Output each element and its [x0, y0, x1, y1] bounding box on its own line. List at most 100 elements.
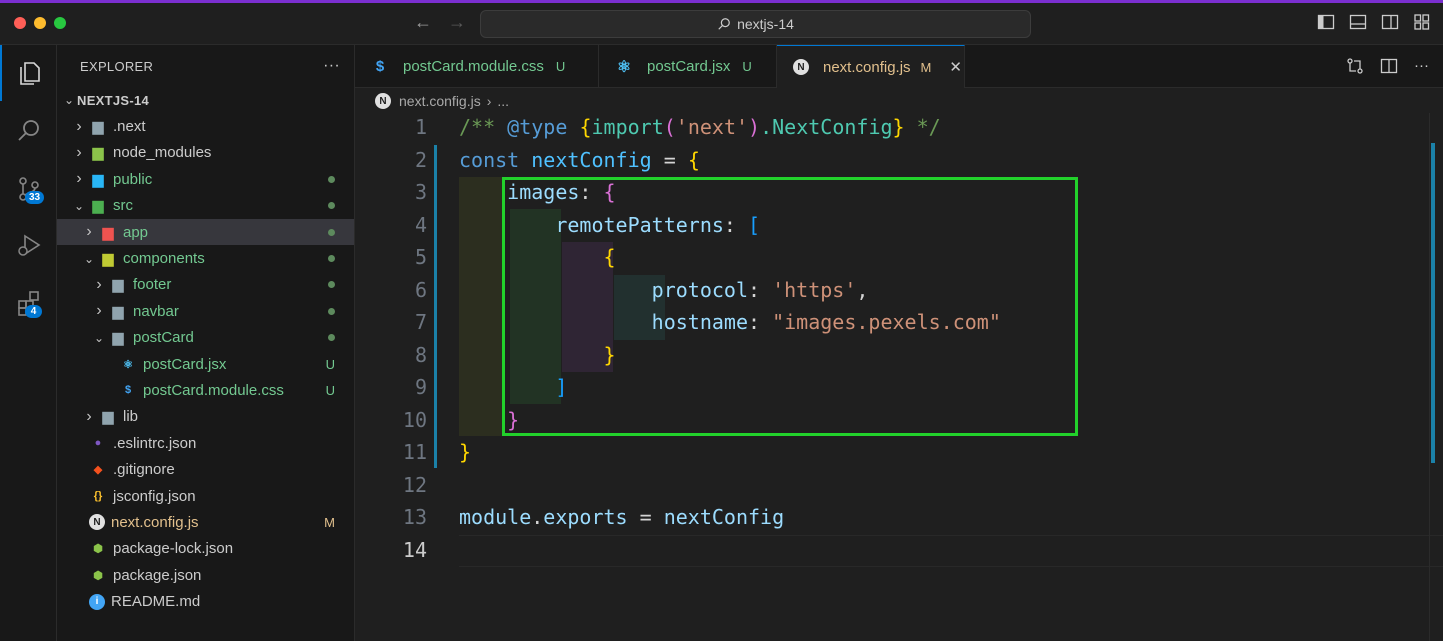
code-line[interactable]: ]	[459, 375, 567, 399]
code-line[interactable]: {	[459, 245, 616, 269]
code-token: images	[507, 180, 580, 204]
code-token: }	[459, 440, 472, 464]
code-line[interactable]: const nextConfig = {	[459, 148, 700, 172]
node-folder-icon: ▆	[92, 144, 104, 161]
line-number: 10	[402, 407, 427, 432]
tree-file[interactable]: ◆ .gitignore	[57, 456, 354, 482]
code-line[interactable]: }	[459, 343, 616, 367]
code-line[interactable]: remotePatterns: [	[459, 213, 760, 237]
minimize-window-button[interactable]	[34, 17, 46, 29]
more-actions-icon[interactable]: ···	[1414, 57, 1429, 80]
workspace-root[interactable]: ⌄ NEXTJS-14	[57, 87, 354, 113]
code-token: .NextConfig	[760, 115, 893, 139]
tree-folder[interactable]: › ▆ app	[57, 218, 354, 246]
breadcrumb-separator: ›	[486, 93, 492, 109]
tree-file[interactable]: i README.md	[57, 588, 354, 614]
code-token: import	[591, 115, 664, 139]
tree-file[interactable]: ⬢ package-lock.json	[57, 536, 354, 562]
maximize-window-button[interactable]	[54, 17, 66, 29]
code-token: :	[723, 212, 748, 237]
tree-file[interactable]: ● .eslintrc.json	[57, 430, 354, 456]
tree-folder[interactable]: › ▆ node_modules	[57, 140, 354, 166]
line-number: 8	[414, 342, 427, 367]
run-debug-icon	[17, 234, 40, 256]
code-editor[interactable]: 1 2 3 4 5 6 7 8 9 10 11 12 13 14 /** @type {import('n…	[355, 113, 1443, 641]
vertical-scrollbar[interactable]	[1429, 113, 1443, 641]
close-icon[interactable]: ✕	[949, 58, 962, 76]
activity-explorer[interactable]	[0, 45, 57, 101]
toggle-panel-icon[interactable]	[1349, 13, 1367, 31]
code-token: 'next'	[675, 115, 749, 139]
back-arrow-icon[interactable]: ←	[414, 12, 432, 33]
chevron-right-icon: ›	[96, 275, 102, 293]
file-tree: › ▆ .next › ▆ node_modules › ▆ public ⌄ ▆ src › ▆ app ⌄…	[57, 113, 354, 614]
more-actions-icon[interactable]: ···	[323, 57, 340, 75]
tree-file[interactable]: ⚛ postCard.jsx U	[57, 351, 354, 377]
activity-bar: 33 4	[0, 45, 57, 641]
tree-folder[interactable]: ⌄ ▆ postCard	[57, 325, 354, 351]
git-status-dot	[328, 175, 335, 183]
customize-layout-icon[interactable]	[1413, 13, 1431, 31]
tree-folder[interactable]: ⌄ ▆ components	[57, 245, 354, 271]
code-token: nextConfig	[531, 147, 652, 172]
tree-folder[interactable]: › ▆ navbar	[57, 298, 354, 324]
code-line[interactable]: }	[459, 440, 471, 464]
modified-lines-marker	[434, 145, 437, 468]
folder-icon: ▆	[102, 408, 114, 425]
code-line[interactable]: /** @type {import('next').NextConfig} */	[459, 115, 941, 139]
git-status-dot	[328, 202, 335, 210]
info-icon: i	[89, 593, 105, 610]
eslint-icon: ●	[94, 437, 102, 450]
compare-changes-icon[interactable]	[1346, 57, 1364, 80]
tree-file[interactable]: ⬢ package.json	[57, 562, 354, 588]
activity-source-control[interactable]: 33	[0, 161, 57, 217]
tree-folder[interactable]: › ▆ .next	[57, 113, 354, 139]
tree-file[interactable]: $ postCard.module.css U	[57, 377, 354, 403]
activity-extensions[interactable]: 4	[0, 275, 57, 331]
split-editor-icon[interactable]	[1380, 57, 1398, 80]
tree-item-label: jsconfig.json	[113, 487, 196, 505]
components-folder-icon: ▆	[102, 250, 114, 267]
tree-folder[interactable]: › ▆ lib	[57, 404, 354, 430]
activity-search[interactable]	[0, 103, 57, 159]
code-line[interactable]: hostname: "images.pexels.com"	[459, 310, 1001, 334]
line-number: 3	[414, 180, 427, 204]
line-number: 6	[414, 277, 427, 302]
breadcrumb-symbol[interactable]: ...	[497, 93, 509, 109]
tree-file[interactable]: {} jsconfig.json	[57, 483, 354, 509]
code-line[interactable]: protocol: 'https',	[459, 278, 869, 302]
tab-postcard-jsx[interactable]: ⚛ postCard.jsx U	[599, 45, 777, 88]
tree-item-label: postCard.jsx	[143, 355, 227, 373]
code-line[interactable]: images: {	[459, 180, 615, 204]
tree-folder[interactable]: ⌄ ▆ src	[57, 193, 354, 219]
src-folder-icon: ▆	[92, 197, 104, 214]
forward-arrow-icon[interactable]: →	[448, 12, 466, 33]
tree-file[interactable]: Nnext.config.js M	[57, 509, 354, 535]
git-status-dot	[328, 228, 335, 236]
activity-run-debug[interactable]	[0, 217, 57, 273]
tree-item-label: README.md	[111, 593, 201, 611]
tab-label: postCard.module.css	[403, 58, 544, 75]
search-icon	[17, 120, 39, 141]
code-line[interactable]: module.exports = nextConfig	[459, 505, 784, 529]
source-control-badge: 33	[25, 191, 45, 204]
code-line[interactable]: }	[459, 408, 519, 432]
toggle-secondary-sidebar-icon[interactable]	[1381, 13, 1399, 31]
git-status-dot	[328, 307, 335, 315]
chevron-down-icon: ⌄	[63, 93, 75, 108]
code-token: module	[459, 505, 532, 529]
breadcrumb-file[interactable]: next.config.js	[399, 93, 481, 109]
scrollbar-change-marker	[1431, 143, 1435, 463]
next-icon: N	[793, 59, 809, 75]
tree-folder[interactable]: › ▆ footer	[57, 272, 354, 298]
tab-postcard-module-css[interactable]: $ postCard.module.css U	[355, 45, 599, 88]
css-icon: $	[124, 384, 132, 397]
toggle-primary-sidebar-icon[interactable]	[1317, 13, 1335, 31]
code-token: "images.pexels.com"	[772, 310, 1001, 334]
close-window-button[interactable]	[14, 17, 26, 29]
tab-next-config-js[interactable]: N next.config.js M ✕	[777, 45, 965, 88]
tree-folder[interactable]: › ▆ public	[57, 166, 354, 192]
command-center-search[interactable]: nextjs-14	[480, 10, 1031, 38]
title-accent-line	[0, 0, 1443, 3]
